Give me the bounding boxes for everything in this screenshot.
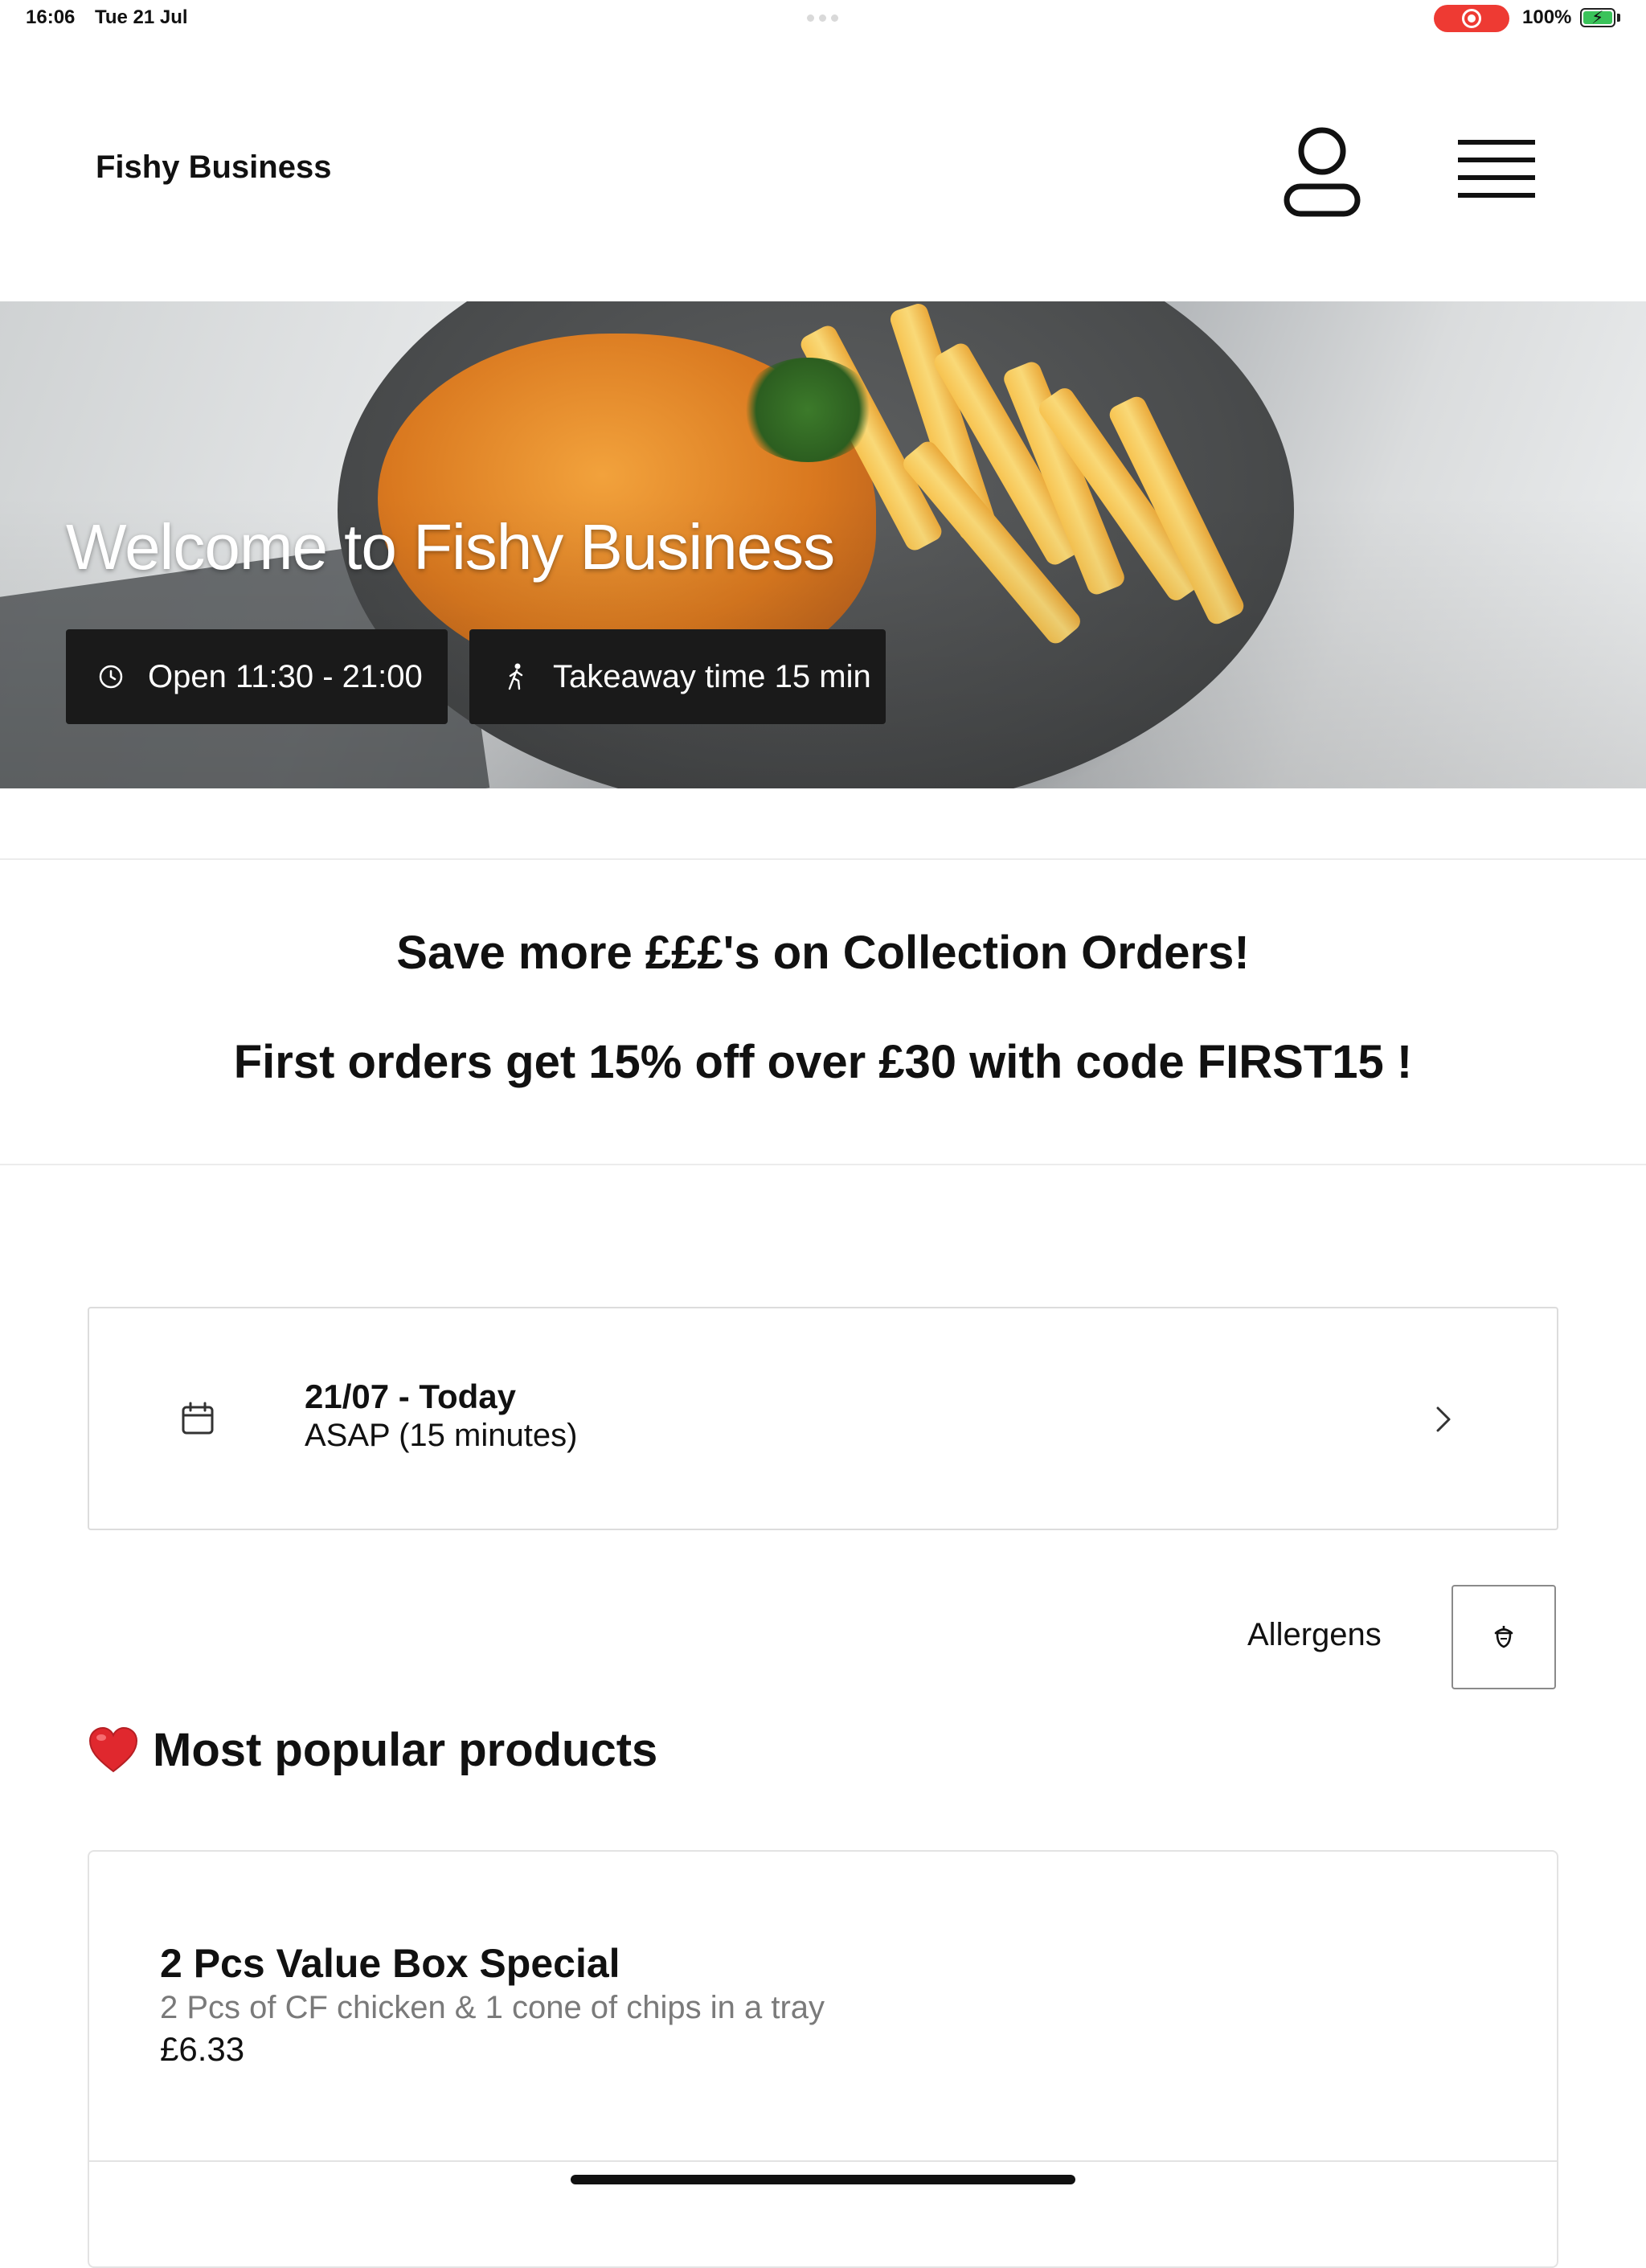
user-icon: [1284, 127, 1361, 217]
opening-hours-badge: Open 11:30 - 21:00: [66, 629, 448, 724]
multitasking-dots-icon[interactable]: [807, 14, 838, 22]
collection-day: 21/07 - Today: [305, 1378, 516, 1415]
collection-time-selector[interactable]: 21/07 - Today ASAP (15 minutes): [88, 1307, 1558, 1530]
hamburger-menu-icon: [1458, 193, 1535, 198]
account-button[interactable]: [1283, 124, 1361, 217]
clock-icon: [96, 662, 125, 691]
product-price: £6.33: [160, 2030, 245, 2068]
hamburger-menu-icon: [1458, 140, 1535, 145]
divider: [88, 2160, 1558, 2162]
product-card[interactable]: 2 Pcs Value Box Special 2 Pcs of CF chic…: [88, 1850, 1558, 2268]
brand-name[interactable]: Fishy Business: [96, 149, 331, 186]
divider: [0, 1164, 1646, 1165]
section-heading: Most popular products: [88, 1723, 657, 1777]
hamburger-menu-icon: [1458, 158, 1535, 162]
chevron-right-icon: [1436, 1406, 1451, 1432]
opening-hours-text: Open 11:30 - 21:00: [148, 658, 423, 694]
promo-code-text: First orders get 15% off over £30 with c…: [233, 1036, 1413, 1088]
acorn-icon: [1494, 1626, 1513, 1648]
screen-recording-icon[interactable]: [1434, 5, 1509, 32]
menu-button[interactable]: [1453, 133, 1538, 207]
status-bar: 16:06 Tue 21 Jul 100% ⚡: [0, 0, 1646, 40]
collection-slot: ASAP (15 minutes): [305, 1418, 578, 1453]
hero-title: Welcome to Fishy Business: [66, 511, 835, 583]
promo-headline: Save more £££'s on Collection Orders!: [396, 927, 1250, 979]
calendar-icon: [182, 1402, 214, 1435]
product-description: 2 Pcs of CF chicken & 1 cone of chips in…: [160, 1990, 825, 2025]
battery-cap: [1617, 14, 1620, 22]
product-name: 2 Pcs Value Box Special: [160, 1941, 620, 1986]
heart-icon: [88, 1726, 138, 1772]
hamburger-menu-icon: [1458, 175, 1535, 180]
home-indicator[interactable]: [571, 2175, 1075, 2184]
battery-icon: ⚡: [1580, 8, 1615, 27]
walking-person-icon: [502, 662, 530, 691]
allergens-button[interactable]: [1452, 1585, 1556, 1689]
takeaway-time-badge: Takeaway time 15 min: [469, 629, 886, 724]
hero-banner: Welcome to Fishy Business Open 11:30 - 2…: [0, 301, 1646, 788]
status-time: 16:06: [26, 6, 76, 28]
divider: [0, 858, 1646, 860]
section-heading-text: Most popular products: [153, 1724, 658, 1776]
takeaway-time-text: Takeaway time 15 min: [553, 658, 871, 694]
allergens-label[interactable]: Allergens: [1247, 1617, 1382, 1653]
battery-percentage: 100%: [1522, 6, 1572, 28]
status-date: Tue 21 Jul: [95, 6, 188, 28]
